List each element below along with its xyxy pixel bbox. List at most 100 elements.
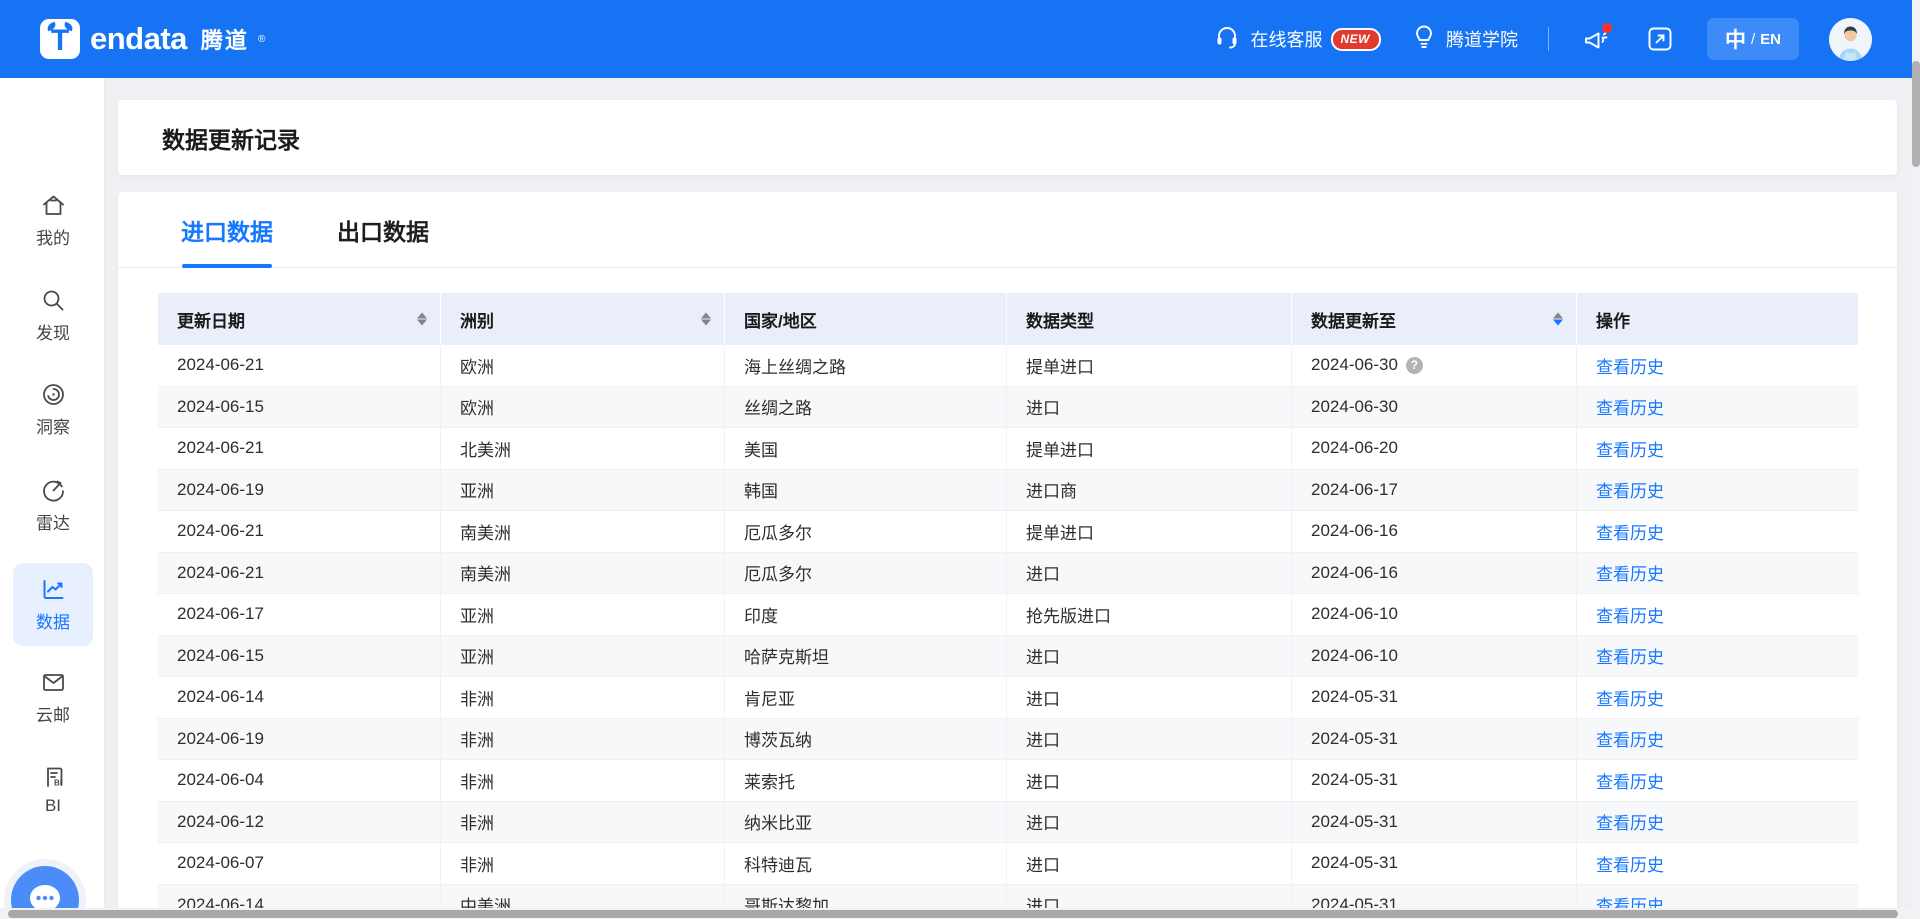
- cell-updated-to: 2024-06-16?: [1292, 511, 1577, 552]
- view-history-link[interactable]: 查看历史: [1596, 809, 1664, 834]
- cell-country-region: 印度: [725, 594, 1007, 635]
- view-history-link[interactable]: 查看历史: [1596, 726, 1664, 751]
- sidebar-item-radar[interactable]: 雷达: [13, 464, 93, 547]
- table-row: 2024-06-21 南美洲 厄瓜多尔 提单进口 2024-06-16? 查看历…: [158, 511, 1858, 553]
- academy-button[interactable]: 腾道学院: [1411, 23, 1518, 56]
- view-history-link[interactable]: 查看历史: [1596, 519, 1664, 544]
- cell-data-type: 抢先版进口: [1007, 594, 1292, 635]
- data-update-card: 进口数据 出口数据 更新日期 洲别 国家/地区 数据类型 数据更新至: [118, 192, 1897, 919]
- cell-data-type: 提单进口: [1007, 345, 1292, 386]
- cell-update-date: 2024-06-15: [158, 387, 441, 428]
- cell-continent: 非洲: [441, 760, 725, 801]
- cell-action: 查看历史: [1577, 843, 1858, 884]
- view-history-link[interactable]: 查看历史: [1596, 768, 1664, 793]
- column-header-country-region: 国家/地区: [725, 293, 1007, 345]
- sort-control[interactable]: [1553, 313, 1563, 326]
- cell-update-date: 2024-06-21: [158, 553, 441, 594]
- cell-continent: 亚洲: [441, 636, 725, 677]
- view-history-link[interactable]: 查看历史: [1596, 851, 1664, 876]
- cell-continent: 南美洲: [441, 553, 725, 594]
- sidebar-item-discover[interactable]: 发现: [13, 274, 93, 357]
- cell-updated-to: 2024-05-31?: [1292, 843, 1577, 884]
- fullscreen-button[interactable]: [1643, 22, 1677, 56]
- cell-updated-to: 2024-06-20?: [1292, 428, 1577, 469]
- cell-update-date: 2024-06-19: [158, 470, 441, 511]
- cell-data-type: 进口: [1007, 843, 1292, 884]
- insight-icon: [40, 381, 67, 408]
- announcements-button[interactable]: [1579, 22, 1613, 56]
- cell-data-type: 进口: [1007, 719, 1292, 760]
- horizontal-scrollbar[interactable]: [0, 908, 1920, 919]
- table-row: 2024-06-07 非洲 科特迪瓦 进口 2024-05-31? 查看历史: [158, 843, 1858, 885]
- vertical-scrollbar-thumb[interactable]: [1912, 61, 1920, 167]
- online-support-button[interactable]: 在线客服 NEW: [1213, 23, 1381, 56]
- view-history-link[interactable]: 查看历史: [1596, 436, 1664, 461]
- table-row: 2024-06-12 非洲 纳米比亚 进口 2024-05-31? 查看历史: [158, 802, 1858, 844]
- sidebar-item-cloudmail[interactable]: 云邮: [13, 656, 93, 739]
- cell-updated-to: 2024-06-16?: [1292, 553, 1577, 594]
- cell-data-type: 进口商: [1007, 470, 1292, 511]
- sidebar-item-mine[interactable]: 我的: [13, 179, 93, 262]
- cell-action: 查看历史: [1577, 719, 1858, 760]
- view-history-link[interactable]: 查看历史: [1596, 685, 1664, 710]
- cell-country-region: 博茨瓦纳: [725, 719, 1007, 760]
- language-toggle-button[interactable]: 中 / EN: [1707, 18, 1799, 60]
- sidebar-item-bi[interactable]: BI BI: [13, 748, 93, 831]
- cell-data-type: 进口: [1007, 760, 1292, 801]
- tab-import-data[interactable]: 进口数据: [181, 192, 273, 268]
- view-history-link[interactable]: 查看历史: [1596, 394, 1664, 419]
- sort-control[interactable]: [701, 313, 711, 326]
- cell-update-date: 2024-06-21: [158, 428, 441, 469]
- lightbulb-icon: [1411, 23, 1437, 56]
- cell-action: 查看历史: [1577, 677, 1858, 718]
- cell-continent: 欧洲: [441, 387, 725, 428]
- cell-action: 查看历史: [1577, 470, 1858, 511]
- cell-country-region: 厄瓜多尔: [725, 511, 1007, 552]
- brand-logo[interactable]: T endata 腾道 ®: [40, 19, 265, 59]
- bi-icon: BI: [40, 764, 67, 791]
- sidebar-item-insight[interactable]: 洞察: [13, 368, 93, 451]
- cell-country-region: 科特迪瓦: [725, 843, 1007, 884]
- brand-name-cn: 腾道: [201, 23, 249, 55]
- column-header-data-type: 数据类型: [1007, 293, 1292, 345]
- cell-update-date: 2024-06-17: [158, 594, 441, 635]
- tab-export-data[interactable]: 出口数据: [337, 192, 429, 268]
- view-history-link[interactable]: 查看历史: [1596, 643, 1664, 668]
- view-history-link[interactable]: 查看历史: [1596, 477, 1664, 502]
- sort-control[interactable]: [417, 313, 427, 326]
- table-row: 2024-06-04 非洲 莱索托 进口 2024-05-31? 查看历史: [158, 760, 1858, 802]
- sidebar-item-data[interactable]: 数据: [13, 563, 93, 646]
- cell-data-type: 进口: [1007, 802, 1292, 843]
- table-row: 2024-06-15 亚洲 哈萨克斯坦 进口 2024-06-10? 查看历史: [158, 636, 1858, 678]
- help-icon[interactable]: ?: [1406, 357, 1423, 374]
- home-icon: [40, 192, 67, 219]
- view-history-link[interactable]: 查看历史: [1596, 602, 1664, 627]
- radar-icon: [40, 477, 67, 504]
- cell-update-date: 2024-06-04: [158, 760, 441, 801]
- view-history-link[interactable]: 查看历史: [1596, 353, 1664, 378]
- table-header-row: 更新日期 洲别 国家/地区 数据类型 数据更新至 操作: [158, 293, 1858, 345]
- tendata-logo-icon: T: [40, 19, 80, 59]
- table-body: 2024-06-21 欧洲 海上丝绸之路 提单进口 2024-06-30? 查看…: [158, 345, 1858, 919]
- search-icon: [40, 287, 67, 314]
- view-history-link[interactable]: 查看历史: [1596, 560, 1664, 585]
- table-row: 2024-06-15 欧洲 丝绸之路 进口 2024-06-30? 查看历史: [158, 387, 1858, 429]
- user-avatar[interactable]: [1829, 18, 1872, 61]
- cell-data-type: 进口: [1007, 677, 1292, 718]
- cell-continent: 非洲: [441, 677, 725, 718]
- cell-continent: 亚洲: [441, 594, 725, 635]
- vertical-scrollbar[interactable]: [1912, 0, 1920, 919]
- cell-updated-to: 2024-05-31?: [1292, 677, 1577, 718]
- cell-action: 查看历史: [1577, 345, 1858, 386]
- cell-action: 查看历史: [1577, 594, 1858, 635]
- lang-en-label: EN: [1760, 31, 1781, 48]
- cell-country-region: 海上丝绸之路: [725, 345, 1007, 386]
- data-chart-icon: [40, 576, 67, 603]
- cell-country-region: 韩国: [725, 470, 1007, 511]
- cell-updated-to: 2024-06-10?: [1292, 636, 1577, 677]
- cell-update-date: 2024-06-12: [158, 802, 441, 843]
- cell-updated-to: 2024-06-10?: [1292, 594, 1577, 635]
- horizontal-scrollbar-thumb[interactable]: [8, 910, 1898, 918]
- cell-action: 查看历史: [1577, 636, 1858, 677]
- cell-updated-to: 2024-06-30?: [1292, 387, 1577, 428]
